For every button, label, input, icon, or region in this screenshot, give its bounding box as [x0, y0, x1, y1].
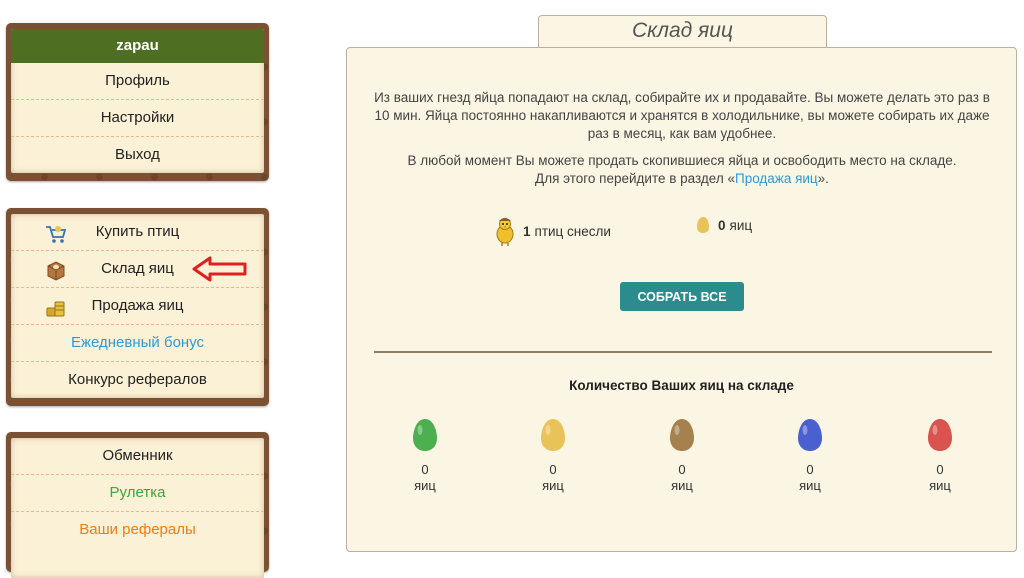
- red-egg-icon: [928, 419, 952, 451]
- egg-box-icon: [45, 259, 67, 281]
- egg-count: 0: [936, 462, 944, 477]
- page-title-tab: Склад яиц: [538, 15, 827, 48]
- green-egg-icon: [413, 419, 437, 451]
- egg-unit: яиц: [929, 478, 951, 493]
- birds-count: 1: [523, 223, 531, 239]
- user-panel-inner: zapau Профиль Настройки Выход: [11, 29, 264, 173]
- birds-laid-stat: 1 птиц снесли: [493, 216, 611, 246]
- egg-unit: яиц: [671, 478, 693, 493]
- blue-egg-icon: [798, 419, 822, 451]
- shop-panel: Купить птиц Склад яиц Продажа яиц Ежедне…: [6, 208, 269, 406]
- menu-item-label: Профиль: [105, 72, 170, 89]
- username-header: zapau: [11, 29, 264, 63]
- menu-item-label: Склад яиц: [101, 260, 174, 277]
- sell-info-line2: Для этого перейдите в раздел «Продажа яи…: [367, 170, 997, 188]
- menu-item-profile[interactable]: Профиль: [11, 63, 264, 100]
- egg-blue: 0 яиц: [780, 418, 840, 494]
- sell-info-line1: В любой момент Вы можете продать скопивш…: [407, 153, 957, 168]
- red-arrow-icon: [192, 256, 247, 282]
- egg-red: 0 яиц: [910, 418, 970, 494]
- eggs-total-stat: 0 яиц: [696, 216, 752, 234]
- egg-brown: 0 яиц: [652, 418, 712, 494]
- intro-text: Из ваших гнезд яйца попадают на склад, с…: [374, 90, 990, 141]
- menu-item-label: Ваши рефералы: [79, 521, 196, 538]
- menu-item-your-referrals[interactable]: Ваши рефералы: [11, 512, 264, 548]
- extra-panel-inner: Обменник Рулетка Ваши рефералы: [11, 438, 264, 578]
- menu-item-label: Рулетка: [109, 484, 166, 501]
- menu-item-label: Конкурс рефералов: [68, 371, 207, 388]
- user-panel: zapau Профиль Настройки Выход: [6, 23, 269, 181]
- egg-unit: яиц: [414, 478, 436, 493]
- menu-item-label: Купить птиц: [95, 223, 180, 240]
- collect-all-button[interactable]: Собрать все: [620, 282, 744, 311]
- menu-item-label: Продажа яиц: [91, 297, 184, 314]
- egg-count: 0: [421, 462, 429, 477]
- chick-icon: [496, 218, 514, 246]
- birds-label: птиц снесли: [534, 223, 611, 239]
- cart-bird-icon: [45, 222, 67, 243]
- sell-eggs-link[interactable]: Продажа яиц: [735, 171, 818, 186]
- sell-info: В любой момент Вы можете продать скопивш…: [367, 152, 997, 188]
- menu-item-label: Обменник: [102, 447, 173, 464]
- eggs-count: 0: [718, 217, 726, 233]
- egg-count: 0: [678, 462, 686, 477]
- menu-item-exchanger[interactable]: Обменник: [11, 438, 264, 475]
- sell-info-suffix: ».: [817, 171, 829, 186]
- egg-green: 0 яиц: [395, 418, 455, 494]
- brown-egg-icon: [670, 419, 694, 451]
- egg-count-title: Количество Ваших яиц на складе: [569, 378, 794, 393]
- egg-count: 0: [806, 462, 814, 477]
- menu-item-label: Ежедневный бонус: [70, 334, 205, 351]
- menu-item-daily-bonus[interactable]: Ежедневный бонус: [11, 325, 264, 362]
- egg-unit: яиц: [799, 478, 821, 493]
- shop-panel-inner: Купить птиц Склад яиц Продажа яиц Ежедне…: [11, 214, 264, 398]
- menu-item-buy-birds[interactable]: Купить птиц: [11, 214, 264, 251]
- egg-yellow: 0 яиц: [523, 418, 583, 494]
- menu-item-label: Настройки: [100, 109, 175, 126]
- menu-item-roulette[interactable]: Рулетка: [11, 475, 264, 512]
- extra-panel: Обменник Рулетка Ваши рефералы: [6, 432, 269, 578]
- menu-item-label: Выход: [115, 146, 160, 163]
- egg-unit: яиц: [542, 478, 564, 493]
- egg-storage-panel: Из ваших гнезд яйца попадают на склад, с…: [346, 47, 1017, 552]
- menu-item-referral-contest[interactable]: Конкурс рефералов: [11, 362, 264, 398]
- yellow-egg-icon: [541, 419, 565, 451]
- sell-info-prefix: Для этого перейдите в раздел «: [535, 171, 735, 186]
- yellow-egg-icon: [697, 217, 709, 233]
- menu-item-settings[interactable]: Настройки: [11, 100, 264, 137]
- eggs-label: яиц: [729, 217, 753, 233]
- gold-coins-icon: [45, 296, 67, 317]
- egg-count: 0: [549, 462, 557, 477]
- menu-item-logout[interactable]: Выход: [11, 137, 264, 173]
- menu-item-sell-eggs[interactable]: Продажа яиц: [11, 288, 264, 325]
- section-divider: [374, 351, 992, 353]
